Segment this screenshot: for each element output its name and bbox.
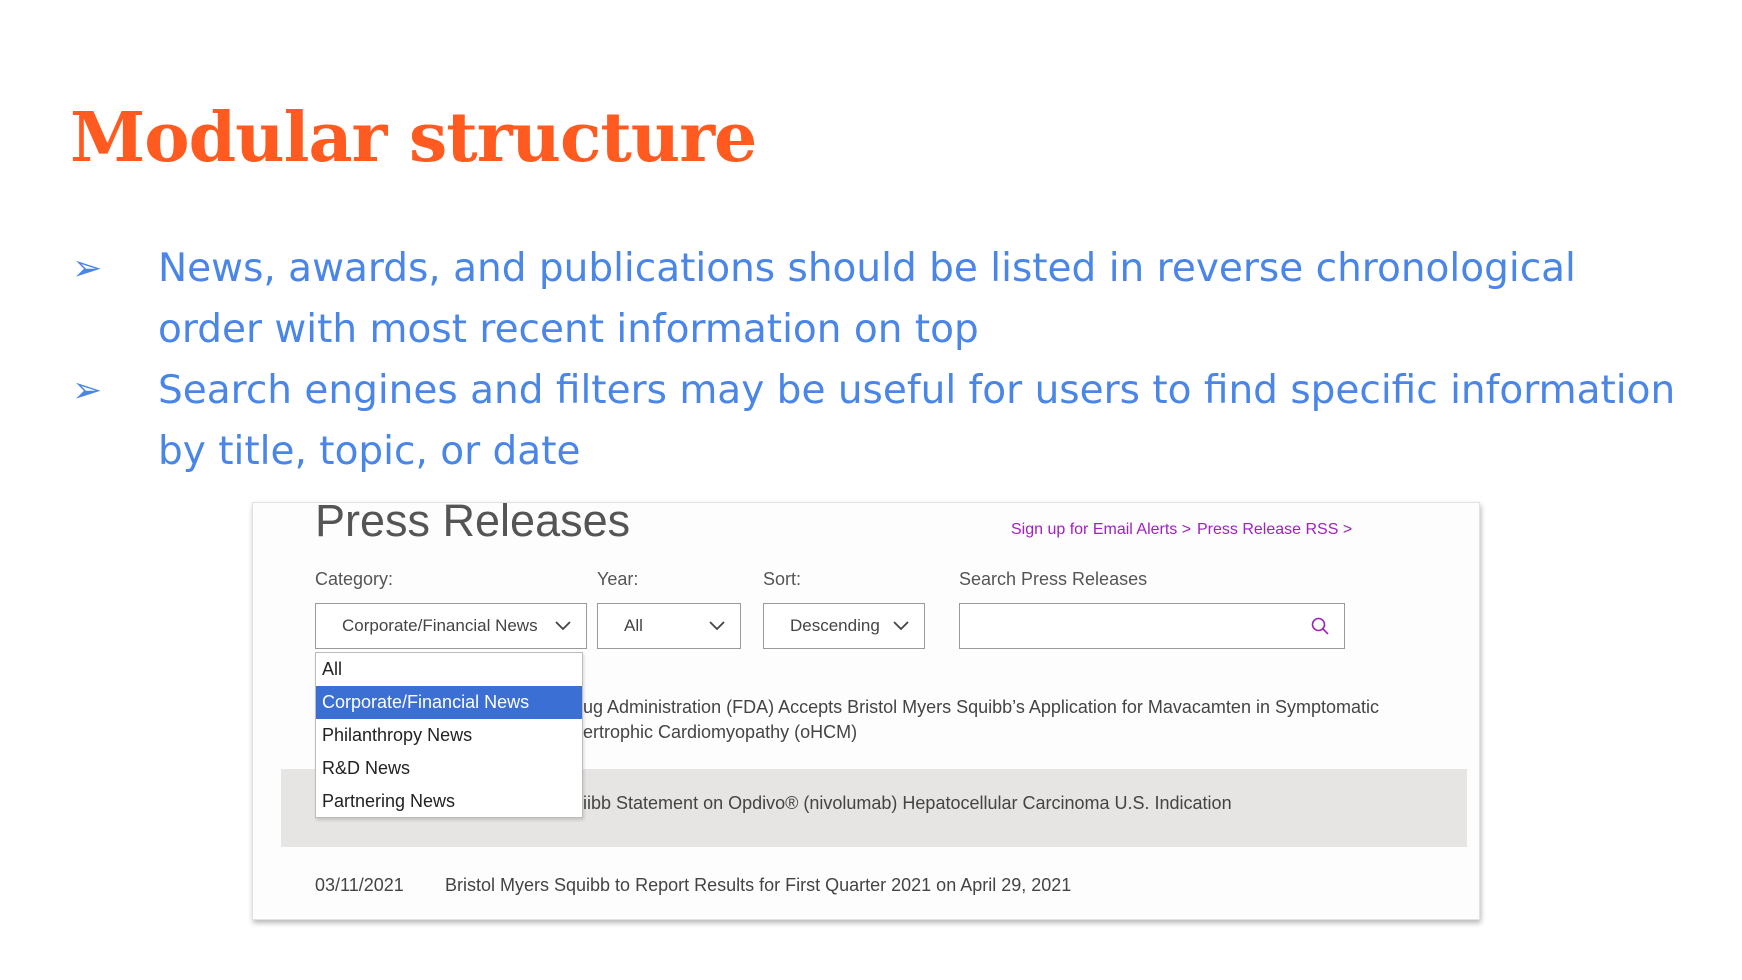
bullet-item: ➢ Search engines and filters may be usef…	[72, 360, 1692, 482]
press-releases-screenshot: Press Releases Sign up for Email Alerts …	[252, 502, 1480, 920]
category-option[interactable]: Philanthropy News	[316, 719, 582, 752]
category-dropdown-menu: All Corporate/Financial News Philanthrop…	[315, 652, 583, 818]
chevron-down-icon	[709, 621, 725, 631]
category-option[interactable]: All	[316, 653, 582, 686]
sort-select[interactable]: Descending	[763, 603, 925, 649]
bullet-list: ➢ News, awards, and publications should …	[72, 238, 1692, 482]
category-label: Category:	[315, 569, 394, 589]
year-label: Year:	[597, 569, 639, 589]
chevron-down-icon	[893, 621, 909, 631]
search-label: Search Press Releases	[959, 569, 1148, 589]
arrow-bullet-icon: ➢	[72, 370, 103, 411]
search-icon[interactable]	[1310, 616, 1330, 636]
email-alerts-link[interactable]: Sign up for Email Alerts >	[1011, 521, 1191, 539]
slide-title: Modular structure	[70, 98, 757, 178]
release-title-continued[interactable]: ertrophic Cardiomyopathy (oHCM)	[583, 722, 857, 743]
chevron-down-icon	[555, 621, 571, 631]
arrow-bullet-icon: ➢	[72, 248, 103, 289]
bullet-item: ➢ News, awards, and publications should …	[72, 238, 1692, 360]
category-select-value: Corporate/Financial News	[342, 616, 538, 635]
category-option[interactable]: Partnering News	[316, 785, 582, 818]
sort-label: Sort:	[763, 569, 802, 589]
rss-link[interactable]: Press Release RSS >	[1197, 521, 1352, 539]
page-heading: Press Releases	[315, 502, 631, 546]
category-option-selected[interactable]: Corporate/Financial News	[316, 686, 582, 719]
year-select[interactable]: All	[597, 603, 741, 649]
release-title[interactable]: iibb Statement on Opdivo® (nivolumab) He…	[583, 793, 1232, 814]
category-select[interactable]: Corporate/Financial News	[315, 603, 587, 649]
category-option[interactable]: R&D News	[316, 752, 582, 785]
release-title[interactable]: Bristol Myers Squibb to Report Results f…	[445, 875, 1071, 896]
release-date: 03/11/2021	[315, 875, 404, 895]
bullet-text: News, awards, and publications should be…	[158, 246, 1576, 352]
release-title[interactable]: ug Administration (FDA) Accepts Bristol …	[583, 697, 1379, 718]
search-input[interactable]	[959, 603, 1345, 649]
year-select-value: All	[624, 616, 643, 635]
sort-select-value: Descending	[790, 616, 880, 635]
bullet-text: Search engines and filters may be useful…	[158, 368, 1676, 474]
